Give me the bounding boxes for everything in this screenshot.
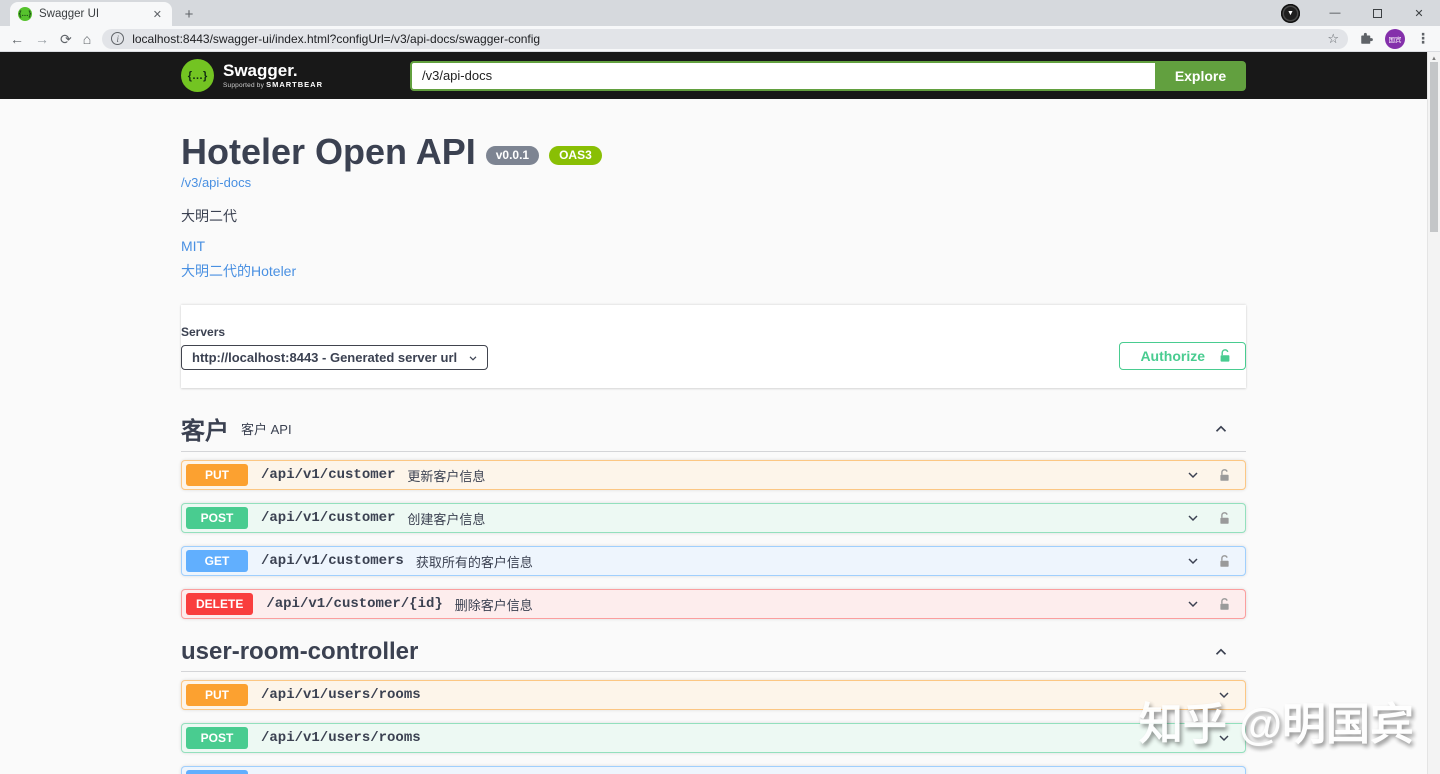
reload-icon[interactable]: ⟳ [60,32,72,46]
url-text[interactable]: localhost:8443/swagger-ui/index.html?con… [132,32,1319,46]
servers-label: Servers [181,325,488,339]
endpoint-summary: 创建客户信息 [407,509,485,528]
lock-open-icon[interactable] [1217,511,1232,526]
method-badge: GET [186,770,248,774]
window-controls: ▼ — ✕ [1281,0,1440,26]
close-window-button[interactable]: ✕ [1398,0,1440,26]
browser-menu-icon[interactable]: ⋮ [1416,30,1430,47]
lock-open-icon[interactable] [1217,597,1232,612]
chevron-up-icon[interactable] [1212,643,1246,661]
site-info-icon[interactable]: i [111,32,124,45]
scrollbar-thumb[interactable] [1430,62,1438,232]
servers-select[interactable]: http://localhost:8443 - Generated server… [181,345,488,370]
forward-icon[interactable]: → [35,32,49,46]
endpoint-path: /api/v1/customers [261,553,404,569]
chevron-down-icon[interactable] [1185,467,1201,483]
tab-close-icon[interactable]: ✕ [151,8,164,21]
authorize-label: Authorize [1140,348,1205,364]
tag-section-user-room-controller-header[interactable]: user-room-controller [181,632,1246,672]
profile-avatar[interactable]: 国宾 [1385,29,1405,49]
swagger-logo-icon: {…} [181,59,214,92]
lock-open-icon[interactable] [1217,554,1232,569]
swagger-logo-text-block: Swagger. Supported by SMARTBEAR [223,62,323,89]
extensions-icon[interactable] [1359,31,1374,46]
endpoint-summary: 删除客户信息 [455,595,533,614]
chevron-down-icon[interactable] [1216,730,1232,746]
api-info-section: Hoteler Open API v0.0.1 OAS3 /v3/api-doc… [181,99,1246,281]
endpoint-row[interactable]: DELETE /api/v1/customer/{id} 删除客户信息 [181,589,1246,619]
endpoint-row[interactable]: GET /api/v1/users/rooms/{id} [181,766,1246,774]
chevron-down-icon[interactable] [1185,553,1201,569]
spec-url-form: Explore [410,61,1246,91]
license-link[interactable]: MIT [181,238,1246,254]
endpoint-row[interactable]: POST /api/v1/users/rooms [181,723,1246,753]
swagger-page: Hoteler Open API v0.0.1 OAS3 /v3/api-doc… [0,99,1427,774]
api-sections: 客户 客户 API PUT /api/v1/customer 更新客户信息 [181,388,1246,774]
browser-tabstrip: {…} Swagger UI ✕ + ▼ — ✕ [0,0,1440,26]
authorize-button[interactable]: Authorize [1119,342,1246,370]
scheme-container: Servers http://localhost:8443 - Generate… [181,305,1246,388]
version-badge: v0.0.1 [486,146,539,165]
method-badge: POST [186,507,248,529]
unlock-icon [1217,348,1233,364]
page-scrollbar[interactable]: ▲ [1427,52,1440,774]
chevron-down-icon[interactable] [1216,687,1232,703]
tag-section-user-room-controller-body: PUT /api/v1/users/rooms POST /api/v1/use… [181,672,1246,774]
endpoint-path: /api/v1/users/rooms [261,730,421,746]
project-link[interactable]: 大明二代的Hoteler [181,261,1246,281]
restore-button[interactable] [1356,0,1398,26]
oas3-badge: OAS3 [549,146,602,165]
browser-tab-swagger-ui[interactable]: {…} Swagger UI ✕ [10,2,172,26]
endpoint-path: /api/v1/customer/{id} [266,596,442,612]
media-indicator-icon[interactable]: ▼ [1281,4,1300,23]
spec-link[interactable]: /v3/api-docs [181,175,251,190]
endpoint-summary: 获取所有的客户信息 [416,552,533,571]
section-title: 客户 [181,411,229,446]
method-badge: GET [186,550,248,572]
chevron-down-icon[interactable] [1185,510,1201,526]
bookmark-star-icon[interactable]: ☆ [1327,31,1339,47]
method-badge: POST [186,727,248,749]
minimize-button[interactable]: — [1314,0,1356,26]
swagger-topbar: {…} Swagger. Supported by SMARTBEAR Expl… [0,52,1427,99]
chevron-down-icon[interactable] [1185,596,1201,612]
lock-open-icon[interactable] [1217,468,1232,483]
chevron-down-icon [467,352,479,364]
servers-selected-value: http://localhost:8443 - Generated server… [192,350,457,365]
page-title: Hoteler Open API [181,131,476,173]
method-badge: PUT [186,684,248,706]
swagger-favicon-icon: {…} [18,7,32,21]
restore-icon [1373,9,1382,18]
chevron-up-icon[interactable] [1212,420,1246,438]
endpoint-path: /api/v1/customer [261,467,395,483]
tag-section-customer-body: PUT /api/v1/customer 更新客户信息 POST /api/v1… [181,452,1246,619]
swagger-logo[interactable]: {…} Swagger. Supported by SMARTBEAR [181,59,323,92]
explore-button[interactable]: Explore [1155,61,1246,91]
smartbear-tagline: Supported by SMARTBEAR [223,80,323,89]
section-description: 客户 API [241,419,292,438]
api-description: 大明二代 [181,206,1246,226]
tab-title: Swagger UI [39,8,144,20]
method-badge: PUT [186,464,248,486]
section-title: user-room-controller [181,638,418,666]
browser-toolbar: ← → ⟳ ⌂ i localhost:8443/swagger-ui/inde… [0,26,1440,52]
api-title-row: Hoteler Open API v0.0.1 OAS3 [181,131,1246,173]
endpoint-row[interactable]: POST /api/v1/customer 创建客户信息 [181,503,1246,533]
method-badge: DELETE [186,593,253,615]
endpoint-summary: 更新客户信息 [407,466,485,485]
new-tab-button[interactable]: + [176,3,202,25]
spec-url-input[interactable] [410,61,1155,91]
swagger-logo-text: Swagger. [223,62,323,80]
tag-section-customer-header[interactable]: 客户 客户 API [181,406,1246,452]
home-icon[interactable]: ⌂ [83,32,91,46]
endpoint-path: /api/v1/users/rooms [261,687,421,703]
endpoint-path: /api/v1/customer [261,510,395,526]
back-icon[interactable]: ← [10,32,24,46]
endpoint-row[interactable]: PUT /api/v1/users/rooms [181,680,1246,710]
endpoint-row[interactable]: PUT /api/v1/customer 更新客户信息 [181,460,1246,490]
servers-block: Servers http://localhost:8443 - Generate… [181,325,488,370]
address-bar[interactable]: i localhost:8443/swagger-ui/index.html?c… [102,29,1348,49]
endpoint-row[interactable]: GET /api/v1/customers 获取所有的客户信息 [181,546,1246,576]
